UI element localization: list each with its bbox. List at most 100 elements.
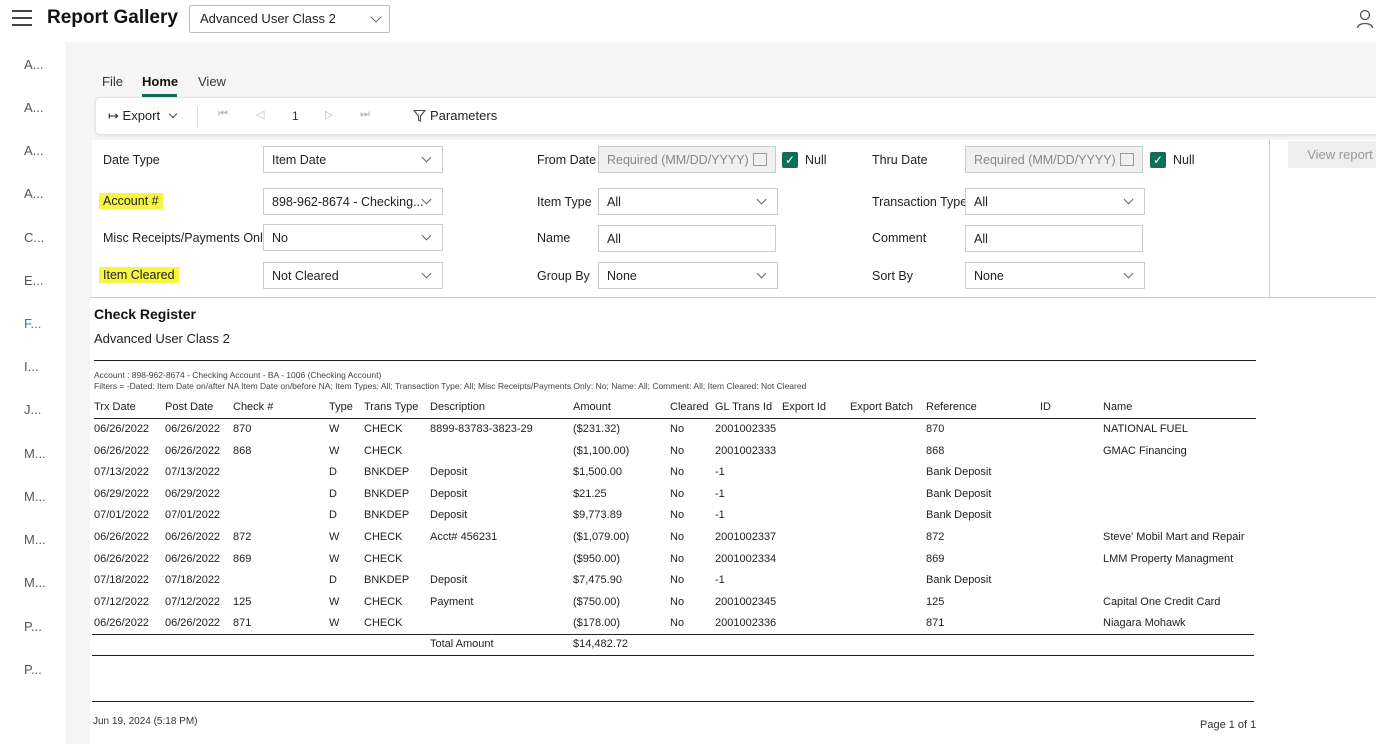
calendar-icon[interactable] (753, 153, 767, 166)
table-cell: Deposit (430, 487, 468, 500)
table-cell: CHECK (364, 444, 403, 457)
user-icon[interactable] (1356, 9, 1374, 29)
rail-item[interactable]: P... (24, 662, 42, 677)
filter-icon (412, 109, 427, 122)
parameters-button[interactable]: Parameters (412, 108, 498, 123)
table-cell: Deposit (430, 574, 468, 587)
rail-item[interactable]: I... (24, 359, 38, 374)
tab-home[interactable]: Home (142, 74, 178, 89)
comment-input[interactable]: All (965, 225, 1143, 252)
table-cell: W (329, 595, 340, 608)
rail-item[interactable]: C... (24, 230, 44, 245)
name-input[interactable]: All (598, 225, 776, 252)
sort-by-value: None (974, 269, 1004, 283)
total-bottom-rule (92, 655, 1254, 656)
export-button[interactable]: ↦ Export (108, 108, 177, 124)
chevron-down-icon (756, 194, 767, 205)
menu-icon[interactable] (12, 10, 32, 28)
account-label: Account # (99, 193, 163, 209)
rail-item[interactable]: J... (24, 402, 41, 417)
footer-rule (92, 701, 1254, 702)
parameters-label: Parameters (430, 108, 498, 123)
rail-item[interactable]: E... (24, 273, 44, 288)
rail-item[interactable]: A... (24, 57, 44, 72)
table-cell: 06/29/2022 (165, 487, 221, 500)
comment-label: Comment (872, 231, 927, 245)
report-rule (94, 360, 1256, 361)
table-cell: 06/26/2022 (165, 617, 221, 630)
account-select[interactable]: 898-962-8674 - Checking... (263, 188, 443, 215)
column-header: Cleared (670, 401, 709, 413)
date-type-label: Date Type (103, 153, 160, 167)
from-date-input[interactable]: Required (MM/DD/YYYY) (598, 146, 776, 173)
rail-item[interactable]: M... (24, 575, 46, 590)
rail-item[interactable]: A... (24, 143, 44, 158)
rail-item-active[interactable]: F... (24, 316, 41, 331)
table-cell: Deposit (430, 509, 468, 522)
table-cell: 06/26/2022 (165, 552, 221, 565)
rail-item[interactable]: M... (24, 446, 46, 461)
table-cell: Bank Deposit (926, 466, 992, 479)
report-footer-date: Jun 19, 2024 (5:18 PM) (93, 716, 198, 727)
report-footer-page: Page 1 of 1 (1200, 719, 1257, 731)
table-cell: D (329, 509, 337, 522)
tab-view[interactable]: View (198, 74, 226, 89)
calendar-icon[interactable] (1120, 153, 1134, 166)
first-page-icon[interactable]: ⏮ (218, 108, 228, 121)
rail-item[interactable]: A... (24, 186, 44, 201)
thru-date-input[interactable]: Required (MM/DD/YYYY) (965, 146, 1143, 173)
table-cell: CHECK (364, 595, 403, 608)
misc-select[interactable]: No (263, 224, 443, 251)
table-cell: 06/26/2022 (165, 444, 221, 457)
group-by-label: Group By (537, 269, 590, 283)
rail-item[interactable]: M... (24, 532, 46, 547)
date-type-select[interactable]: Item Date (263, 146, 443, 173)
table-cell: -1 (715, 487, 725, 500)
table-cell: -1 (715, 466, 725, 479)
report-page: Check Register Advanced User Class 2 Acc… (90, 297, 1376, 744)
table-cell: BNKDEP (364, 509, 410, 522)
column-header: GL Trans Id (715, 401, 773, 413)
item-cleared-value: Not Cleared (272, 269, 339, 283)
table-cell: 06/26/2022 (165, 423, 221, 435)
tab-file[interactable]: File (102, 74, 123, 89)
table-cell: No (670, 531, 685, 543)
table-cell: W (329, 423, 340, 435)
table-cell: $9,773.89 (573, 509, 622, 522)
rail-item[interactable]: P... (24, 619, 42, 634)
next-page-icon[interactable]: ▷ (325, 108, 333, 121)
item-cleared-select[interactable]: Not Cleared (263, 262, 443, 289)
previous-page-icon[interactable]: ◁ (256, 108, 264, 121)
thru-date-null-checkbox[interactable]: ✓ (1150, 152, 1166, 168)
last-page-icon[interactable]: ⏭ (360, 108, 370, 121)
rail-item[interactable]: M... (24, 489, 46, 504)
app-title: Report Gallery (47, 7, 178, 28)
table-cell: W (329, 444, 340, 457)
view-report-button[interactable]: View report (1288, 141, 1376, 168)
page-number[interactable]: 1 (292, 109, 299, 123)
table-cell: 872 (926, 531, 945, 543)
table-cell: -1 (715, 574, 725, 587)
table-cell: LMM Property Managment (1103, 552, 1234, 565)
report-subtitle: Advanced User Class 2 (94, 331, 230, 346)
sort-by-select[interactable]: None (965, 262, 1145, 289)
column-header: Check # (233, 401, 274, 413)
from-date-null-checkbox[interactable]: ✓ (782, 152, 798, 168)
table-cell: 2001002335 (715, 423, 777, 435)
from-date-placeholder: Required (MM/DD/YYYY) (607, 153, 749, 167)
transaction-type-select[interactable]: All (965, 188, 1145, 215)
table-cell: 2001002334 (715, 552, 777, 565)
table-cell: W (329, 552, 340, 565)
report-account-line: Account : 898-962-8674 - Checking Accoun… (94, 370, 382, 380)
misc-label: Misc Receipts/Payments Only (103, 231, 270, 245)
table-cell: 06/26/2022 (94, 444, 150, 457)
chevron-down-icon (1123, 268, 1134, 279)
column-header: Type (329, 401, 353, 413)
rail-item[interactable]: A... (24, 100, 44, 115)
table-cell: W (329, 531, 340, 543)
group-by-select[interactable]: None (598, 262, 778, 289)
chevron-down-icon (421, 230, 432, 241)
table-cell: 06/26/2022 (165, 531, 221, 543)
item-type-select[interactable]: All (598, 188, 778, 215)
gallery-select[interactable]: Advanced User Class 2 (189, 5, 390, 33)
